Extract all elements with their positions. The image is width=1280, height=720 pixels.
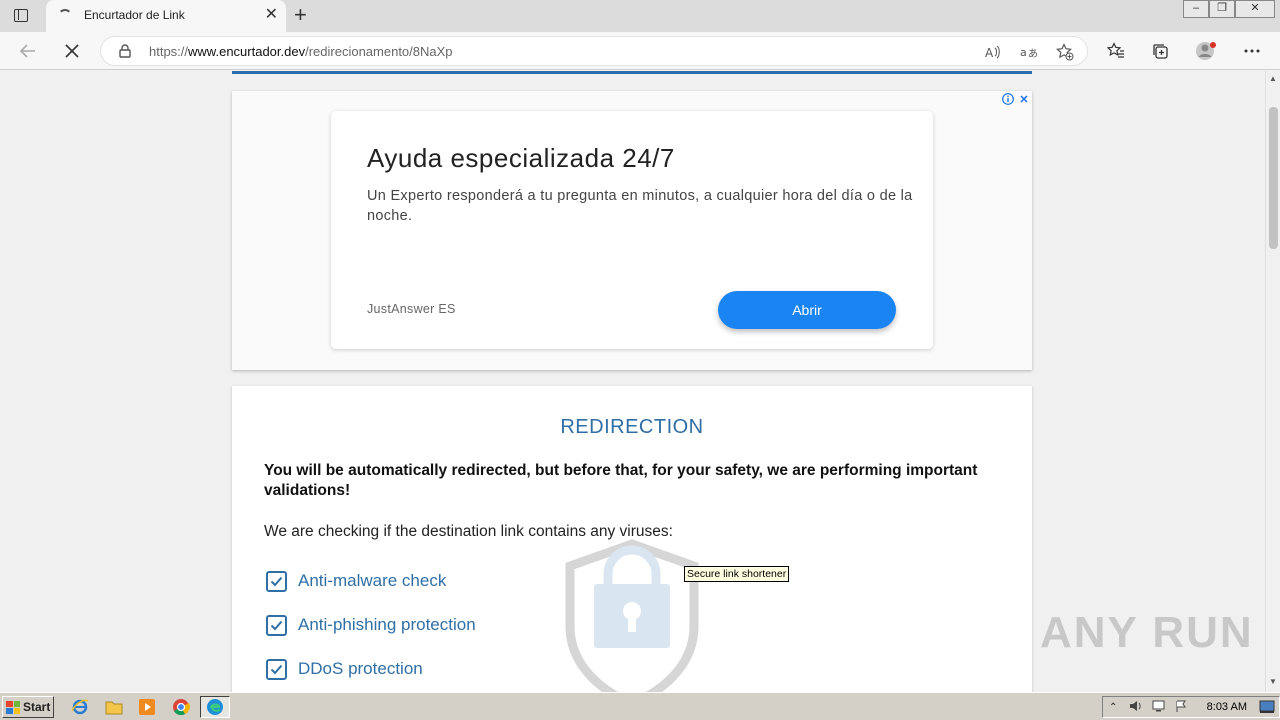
ad-source[interactable]: JustAnswer ES — [367, 302, 456, 316]
restore-button[interactable]: ❐ — [1209, 0, 1235, 18]
scroll-down-icon[interactable]: ▼ — [1269, 677, 1277, 686]
url-text[interactable]: https://www.encurtador.dev/redirecioname… — [149, 44, 453, 59]
start-button[interactable]: Start — [2, 696, 54, 718]
new-tab-icon[interactable]: + — [294, 3, 307, 27]
svg-text:a: a — [1020, 46, 1027, 59]
profile-avatar[interactable] — [1194, 40, 1218, 62]
flag-icon[interactable] — [1175, 700, 1187, 715]
close-window-button[interactable]: ✕ — [1235, 0, 1275, 18]
chrome-icon[interactable] — [169, 696, 193, 718]
collections-icon[interactable] — [1148, 40, 1172, 62]
checkbox-checked-icon — [266, 658, 287, 680]
ad-card[interactable]: Ayuda especializada 24/7 Un Experto resp… — [331, 111, 933, 349]
internet-explorer-icon[interactable] — [68, 696, 92, 718]
check-label: Anti-phishing protection — [298, 615, 476, 634]
network-icon[interactable] — [1151, 700, 1167, 715]
svg-text:A: A — [985, 46, 994, 59]
ad-close-icon[interactable]: ✕ — [1018, 93, 1030, 106]
media-player-icon[interactable] — [135, 696, 159, 718]
loading-spinner-icon — [58, 9, 72, 23]
tab-title: Encurtador de Link — [84, 8, 185, 22]
check-label: Anti-malware check — [298, 571, 447, 590]
edge-icon[interactable] — [200, 696, 230, 718]
more-options-icon[interactable] — [1240, 40, 1264, 62]
read-aloud-icon[interactable]: A — [983, 43, 1003, 61]
minimize-button[interactable]: – — [1183, 0, 1209, 18]
tooltip: Secure link shortener — [684, 566, 790, 582]
volume-icon[interactable] — [1129, 700, 1143, 715]
translate-icon[interactable]: aあ — [1019, 43, 1039, 61]
redirect-warning: You will be automatically redirected, bu… — [264, 462, 978, 499]
scroll-up-icon[interactable]: ▲ — [1269, 74, 1277, 83]
tray-expand-icon[interactable]: ⌃ — [1109, 702, 1117, 713]
ad-description: Un Experto responderá a tu pregunta en m… — [367, 188, 913, 224]
taskbar: Start ⌃ 8:03 AM — [0, 692, 1280, 720]
tab-active[interactable]: Encurtador de Link ✕ — [46, 0, 286, 32]
ad-info-icon[interactable] — [1002, 93, 1014, 105]
add-favorite-icon[interactable] — [1055, 43, 1075, 61]
address-bar[interactable]: https://www.encurtador.dev/redirecioname… — [100, 36, 1088, 66]
file-explorer-icon[interactable] — [102, 696, 126, 718]
scroll-thumb[interactable] — [1269, 107, 1278, 249]
check-item-anti-malware: Anti-malware check — [266, 570, 446, 592]
checkbox-checked-icon — [266, 614, 287, 636]
show-desktop-icon[interactable] — [1259, 700, 1275, 717]
ad-title[interactable]: Ayuda especializada 24/7 — [367, 143, 675, 174]
browser-toolbar: https://www.encurtador.dev/redirecioname… — [0, 32, 1280, 70]
check-item-anti-phishing: Anti-phishing protection — [266, 614, 476, 636]
page-viewport: ✕ Ayuda especializada 24/7 Un Experto re… — [0, 71, 1265, 692]
ad-open-button[interactable]: Abrir — [718, 291, 896, 329]
tab-actions-icon[interactable] — [12, 7, 32, 25]
check-item-ddos: DDoS protection — [266, 658, 423, 680]
header-accent-line — [232, 71, 1032, 74]
system-tray: ⌃ 8:03 AM — [1102, 696, 1280, 718]
stop-loading-icon[interactable] — [60, 40, 84, 62]
windows-logo-icon — [6, 700, 20, 714]
page-title: REDIRECTION — [560, 416, 704, 438]
back-arrow-icon[interactable] — [16, 40, 40, 62]
lock-icon[interactable] — [119, 44, 131, 63]
favorites-icon[interactable] — [1104, 40, 1128, 62]
redirection-panel: REDIRECTION You will be automatically re… — [232, 386, 1032, 692]
tab-close-icon[interactable]: ✕ — [265, 6, 278, 24]
check-label: DDoS protection — [298, 659, 423, 678]
clock[interactable]: 8:03 AM — [1207, 701, 1247, 713]
anyrun-watermark: ANY RUN — [1040, 608, 1254, 657]
checkbox-checked-icon — [266, 570, 287, 592]
svg-text:あ: あ — [1028, 48, 1038, 59]
vertical-scrollbar[interactable]: ▲ ▼ — [1265, 71, 1280, 692]
shield-lock-icon — [565, 539, 699, 692]
tab-strip: Encurtador de Link ✕ + – ❐ ✕ — [0, 0, 1280, 32]
ad-container[interactable]: ✕ Ayuda especializada 24/7 Un Experto re… — [232, 91, 1032, 370]
